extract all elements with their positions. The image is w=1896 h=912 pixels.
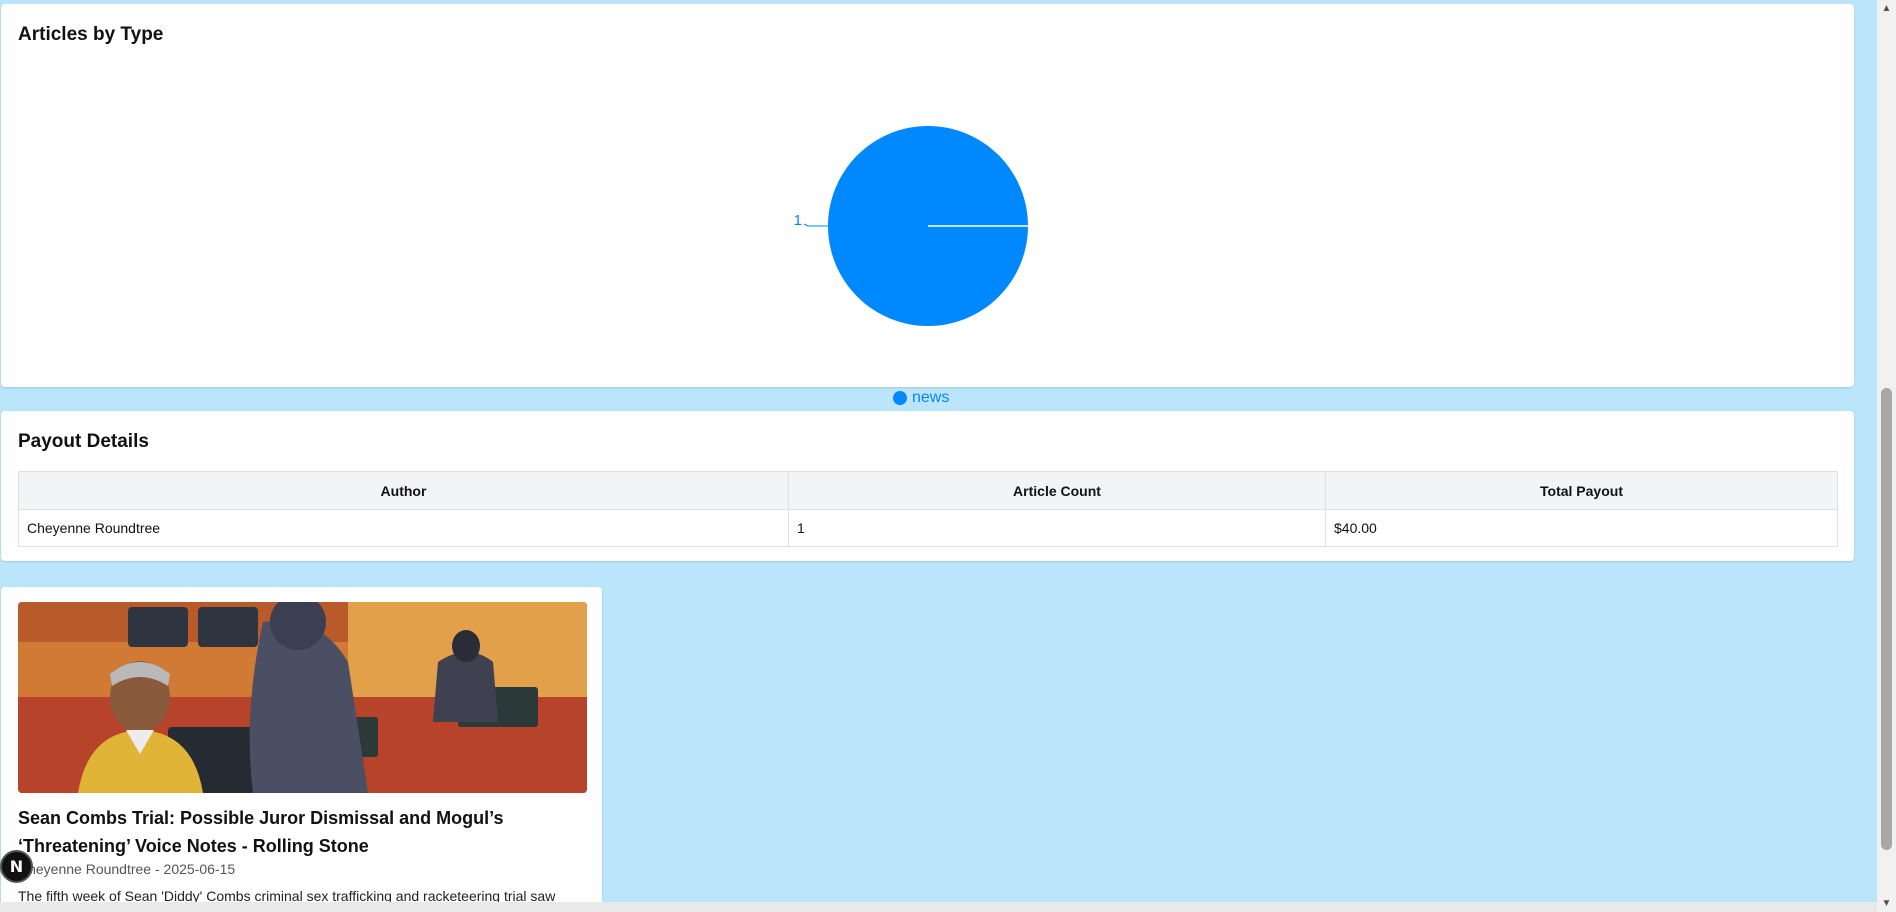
page-viewport: 1 Articles by Type news Payout Details A… <box>0 0 1877 912</box>
table-row: Cheyenne Roundtree 1 $40.00 <box>18 509 1838 547</box>
article-title[interactable]: Sean Combs Trial: Possible Juror Dismiss… <box>18 804 578 860</box>
chart-card-title: Articles by Type <box>18 24 164 45</box>
pie-data-label: 1 <box>794 212 802 229</box>
legend-swatch-news <box>893 391 907 405</box>
article-image[interactable] <box>18 602 587 793</box>
column-header-total-payout: Total Payout <box>1325 471 1838 510</box>
article-card[interactable]: Sean Combs Trial: Possible Juror Dismiss… <box>1 587 602 912</box>
vertical-scrollbar[interactable]: ▲ ▼ <box>1877 0 1896 912</box>
payout-table: Author Article Count Total Payout Cheyen… <box>18 471 1838 547</box>
courtroom-sketch-image <box>18 602 587 793</box>
scrollbar-thumb[interactable] <box>1881 388 1892 850</box>
payout-table-header: Author Article Count Total Payout <box>18 471 1838 510</box>
legend-label-news: news <box>912 389 950 406</box>
articles-by-type-card: 1 Articles by Type <box>1 4 1854 387</box>
scroll-up-icon[interactable]: ▲ <box>1877 0 1896 17</box>
payout-details-card: Payout Details Author Article Count Tota… <box>1 411 1854 561</box>
payout-card-title: Payout Details <box>18 431 149 452</box>
column-header-article-count: Article Count <box>788 471 1326 510</box>
cell-article-count: 1 <box>788 509 1326 547</box>
cell-total-payout: $40.00 <box>1325 509 1838 547</box>
chart-legend[interactable]: news <box>893 388 949 408</box>
cell-author: Cheyenne Roundtree <box>18 509 789 547</box>
article-meta: Cheyenne Roundtree - 2025-06-15 <box>18 861 236 877</box>
nextjs-dev-badge[interactable]: N <box>0 850 33 883</box>
pie-label-line <box>803 223 828 227</box>
scroll-down-icon[interactable]: ▼ <box>1877 895 1896 912</box>
column-header-author: Author <box>18 471 789 510</box>
pie-chart: 1 <box>794 126 1028 326</box>
horizontal-scrollbar[interactable] <box>0 902 1877 912</box>
